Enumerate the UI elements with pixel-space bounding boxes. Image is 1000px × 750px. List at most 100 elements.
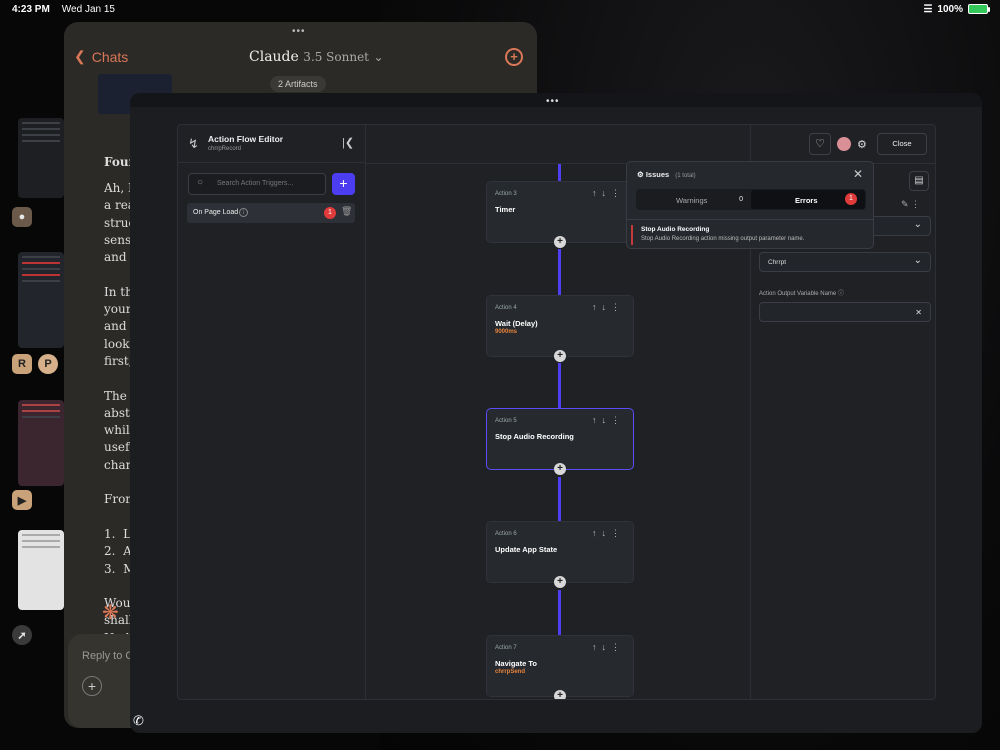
attach-button[interactable]: +	[82, 676, 102, 696]
back-label: Chats	[91, 48, 129, 65]
issues-header: ⚙ Issues (1 total)	[637, 170, 696, 179]
action-number: Action 5	[495, 418, 517, 424]
action-node[interactable]: Action 3 Timer ↑↓⋮ +	[486, 181, 634, 248]
app-thumbnail-2[interactable]	[18, 252, 64, 348]
action-name: Update App State	[495, 545, 558, 554]
collapse-panel-icon[interactable]: |❮	[342, 136, 354, 149]
warnings-count: 0	[739, 196, 743, 203]
chevron-left-icon: ❮	[74, 48, 86, 64]
connector-line	[558, 477, 561, 521]
action-number: Action 7	[495, 645, 517, 651]
left-panel: ↯ Action Flow Editor chrrpRecord |❮ ○ Se…	[178, 125, 366, 699]
output-variable-label: Action Output Variable Name ⓘ	[759, 288, 844, 297]
model-name: 3.5 Sonnet	[303, 50, 369, 64]
action-number: Action 4	[495, 305, 517, 311]
error-item[interactable]: Stop Audio Recording Stop Audio Recordin…	[627, 219, 873, 248]
node-controls[interactable]: ↑↓⋮	[592, 642, 625, 653]
connector-line	[558, 363, 561, 409]
trigger-item-on-page-load[interactable]: On Page Load i 1 🗑	[187, 203, 355, 223]
action-number: Action 6	[495, 531, 517, 537]
youtube-icon[interactable]: ▶	[12, 490, 32, 510]
status-date: Wed Jan 15	[61, 3, 115, 15]
window-handle[interactable]: •••	[546, 96, 560, 107]
trigger-label: On Page Load	[193, 209, 239, 216]
node-controls[interactable]: ↑↓⋮	[592, 528, 625, 539]
warnings-label: Warnings	[676, 196, 708, 205]
action-name: Timer	[495, 205, 516, 214]
dropdown-value: Chrrpt	[768, 259, 787, 266]
editor-header: ↯ Action Flow Editor chrrpRecord |❮	[178, 125, 366, 163]
action-node[interactable]: Action 7 Navigate To chrrpSend ↑↓⋮ +	[486, 635, 634, 699]
new-chat-icon[interactable]: +	[505, 48, 523, 66]
action-detail: 9000ms	[495, 329, 518, 335]
error-indicator	[631, 225, 633, 245]
add-doc-icon[interactable]: ▤	[909, 171, 929, 191]
compass-icon[interactable]: ➚	[12, 625, 32, 645]
error-description: Stop Audio Recording action missing outp…	[641, 236, 805, 242]
model-selector[interactable]: Claude 3.5 Sonnet ⌄	[249, 49, 384, 65]
action-node[interactable]: Action 4 Wait (Delay) 9000ms ↑↓⋮ +	[486, 295, 634, 362]
wifi-icon: ☰	[923, 3, 933, 15]
info-icon[interactable]: ⓘ	[838, 291, 844, 297]
battery-icon	[968, 4, 990, 14]
app-thumbnail-3[interactable]	[18, 400, 64, 486]
trash-icon[interactable]: 🗑	[341, 206, 352, 217]
status-bar: 4:23 PM Wed Jan 15 ☰ 100%	[0, 0, 1000, 18]
output-variable-label-text: Action Output Variable Name	[759, 291, 837, 297]
info-icon[interactable]: i	[239, 208, 248, 217]
value-dropdown[interactable]: Chrrpt ⌄	[759, 252, 931, 272]
action-detail: chrrpSend	[495, 669, 526, 675]
search-placeholder: Search Action Triggers...	[217, 180, 294, 187]
action-name: Stop Audio Recording	[495, 432, 574, 441]
r-app-icon[interactable]: R	[12, 354, 32, 374]
flow-icon: ↯	[188, 136, 199, 151]
clear-icon[interactable]: ✕	[915, 308, 922, 317]
errors-count-badge: 1	[845, 193, 857, 205]
app-title: Claude	[249, 49, 299, 65]
add-action-icon[interactable]: +	[554, 350, 566, 362]
chevron-down-icon: ⌄	[913, 219, 922, 230]
node-controls[interactable]: ↑↓⋮	[592, 188, 625, 199]
node-controls[interactable]: ↑↓⋮	[592, 415, 625, 426]
search-icon: ○	[197, 177, 204, 188]
output-variable-input[interactable]: ✕	[759, 302, 931, 322]
close-icon[interactable]: ✕	[853, 167, 863, 181]
add-trigger-button[interactable]: +	[332, 173, 355, 195]
action-node-selected[interactable]: Action 5 Stop Audio Recording ↑↓⋮ +	[486, 408, 634, 475]
claude-spark-icon: ❋	[102, 602, 119, 624]
issues-title: Issues	[645, 170, 670, 179]
tab-errors[interactable]: Errors 1	[751, 190, 865, 209]
action-number: Action 3	[495, 191, 517, 197]
error-title: Stop Audio Recording	[641, 226, 710, 233]
add-action-icon[interactable]: +	[554, 463, 566, 475]
action-node[interactable]: Action 6 Update App State ↑↓⋮ +	[486, 521, 634, 588]
app-thumbnail-1[interactable]	[18, 118, 64, 198]
connector-line	[558, 163, 561, 181]
add-action-icon[interactable]: +	[554, 690, 566, 699]
app-thumbnail-4[interactable]	[18, 530, 64, 610]
add-action-icon[interactable]: +	[554, 576, 566, 588]
window-handle[interactable]: •••	[292, 26, 306, 37]
reply-placeholder: Reply to C	[82, 650, 134, 662]
search-triggers-input[interactable]: ○ Search Action Triggers...	[188, 173, 326, 195]
phone-icon: ✆	[133, 713, 144, 728]
issues-count: (1 total)	[675, 173, 696, 179]
edit-icon[interactable]: ✎ ⋮	[901, 199, 920, 210]
app-icon-1[interactable]: ●	[12, 207, 32, 227]
tab-warnings[interactable]: Warnings 0	[636, 189, 751, 210]
back-to-chats-button[interactable]: ❮ Chats	[74, 48, 128, 65]
p-app-icon[interactable]: P	[38, 354, 58, 374]
add-action-icon[interactable]: +	[554, 236, 566, 248]
connector-line	[558, 249, 561, 295]
chevron-down-icon: ⌄	[913, 255, 922, 266]
node-controls[interactable]: ↑↓⋮	[592, 302, 625, 313]
status-time: 4:23 PM	[12, 3, 50, 15]
error-badge: 1	[324, 207, 336, 219]
artifacts-badge[interactable]: 2 Artifacts	[270, 76, 326, 92]
chevron-down-icon: ⌄	[373, 50, 384, 64]
action-name: Navigate To	[495, 659, 537, 668]
editor-title: Action Flow Editor	[208, 134, 284, 144]
action-name: Wait (Delay)	[495, 319, 538, 328]
issues-popover: ⚙ Issues (1 total) ✕ Warnings 0 Errors 1…	[626, 161, 874, 249]
connector-line	[558, 590, 561, 635]
